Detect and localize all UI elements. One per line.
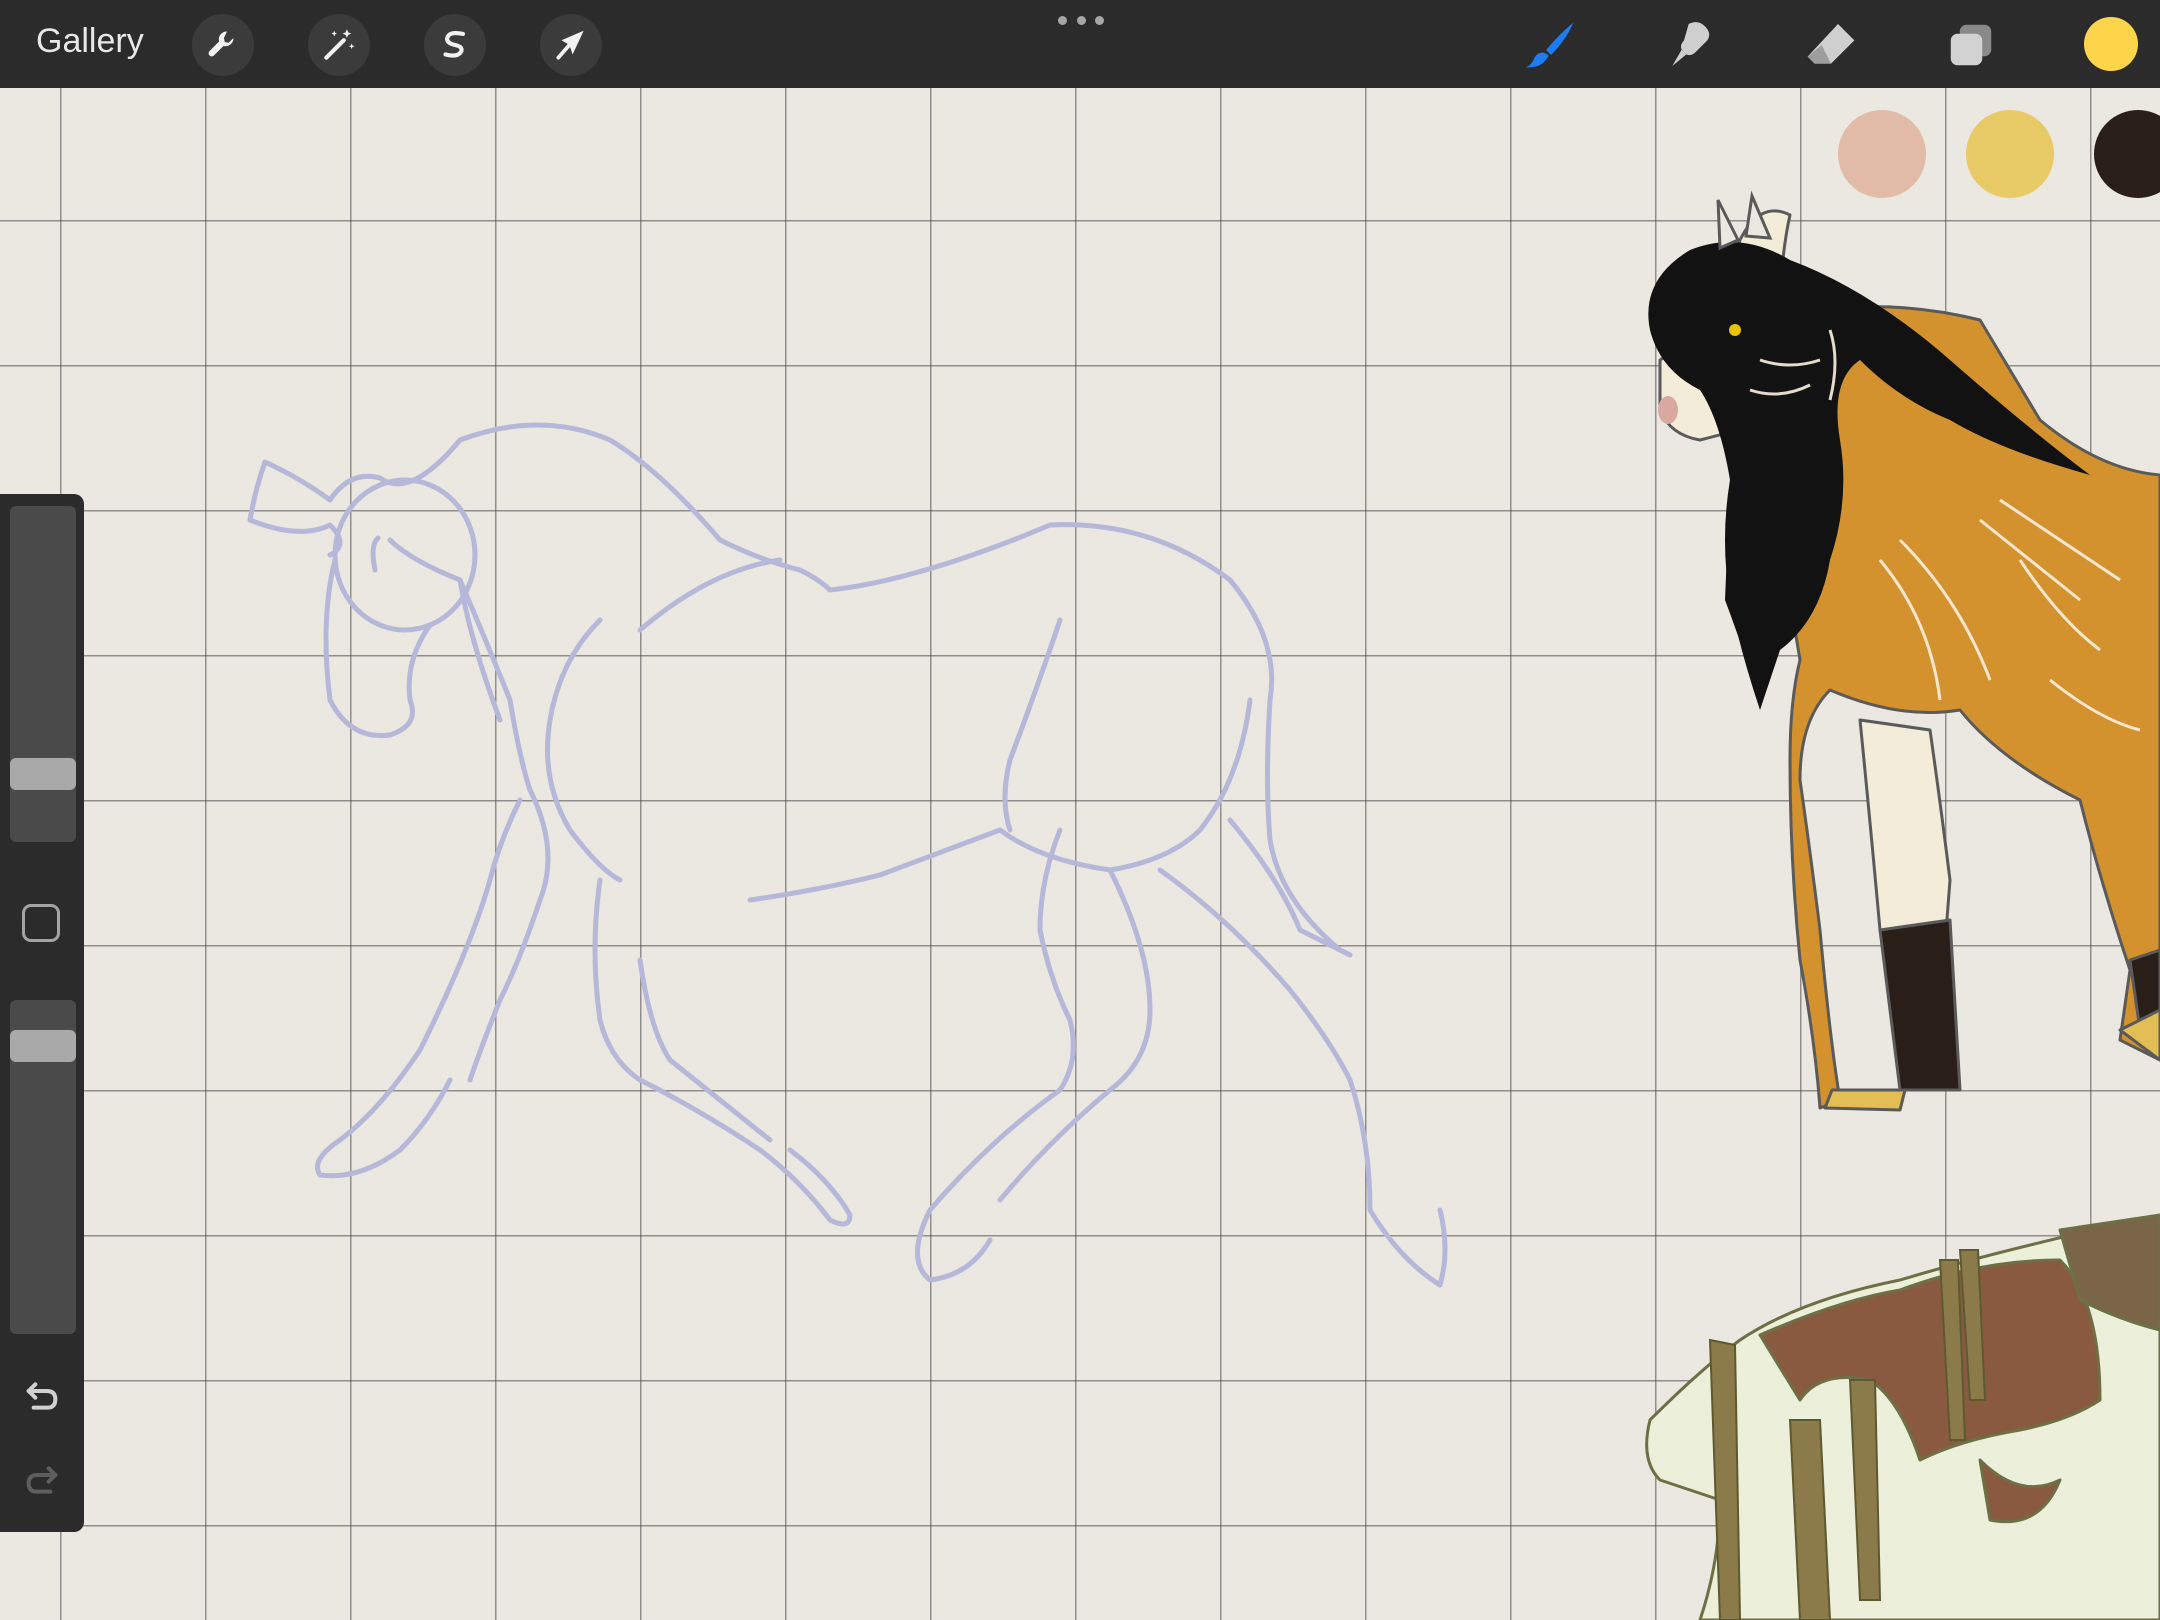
actions-button[interactable] [192, 14, 254, 76]
redo-button[interactable] [18, 1458, 66, 1502]
horse-eye [1729, 324, 1741, 336]
selection-s-icon [443, 30, 465, 58]
artwork [247, 190, 2160, 1620]
transform-arrow-icon [556, 30, 584, 60]
erase-tool-button[interactable] [1798, 12, 1864, 78]
magic-wand-icon [324, 29, 355, 60]
transform-button[interactable] [540, 14, 602, 76]
redo-icon [26, 1466, 58, 1494]
color-swatch-pink[interactable] [1838, 110, 1926, 198]
horse-nostril [1658, 396, 1678, 424]
brush-size-slider[interactable] [10, 506, 76, 842]
sketch-horse [247, 422, 1448, 1288]
smudge-tool-button[interactable] [1658, 12, 1724, 78]
dot-icon [1095, 15, 1104, 25]
wrench-icon [208, 31, 234, 57]
brush-size-slider-thumb[interactable] [10, 758, 76, 790]
undo-button[interactable] [18, 1374, 66, 1418]
paint-tool-button[interactable] [1518, 12, 1584, 78]
more-options-button[interactable] [1058, 12, 1104, 28]
top-toolbar: Gallery [0, 0, 2160, 88]
eraser-icon [1807, 24, 1855, 64]
layers-icon [1950, 24, 1992, 66]
undo-icon [26, 1382, 58, 1410]
left-sidebar [0, 494, 84, 1532]
opacity-slider[interactable] [10, 1000, 76, 1334]
color-picker-button[interactable] [2084, 17, 2138, 71]
drawing-canvas[interactable] [0, 88, 2160, 1620]
dot-icon [1058, 15, 1067, 25]
adjustments-button[interactable] [308, 14, 370, 76]
layers-button[interactable] [1938, 12, 2004, 78]
selection-button[interactable] [424, 14, 486, 76]
smudge-icon [1672, 22, 1710, 66]
color-swatch-yellow[interactable] [1966, 110, 2054, 198]
brush-icon [1526, 22, 1574, 68]
opacity-slider-thumb[interactable] [10, 1030, 76, 1062]
modify-button[interactable] [22, 904, 60, 942]
gallery-button[interactable]: Gallery [36, 22, 144, 61]
dot-icon [1076, 15, 1086, 25]
